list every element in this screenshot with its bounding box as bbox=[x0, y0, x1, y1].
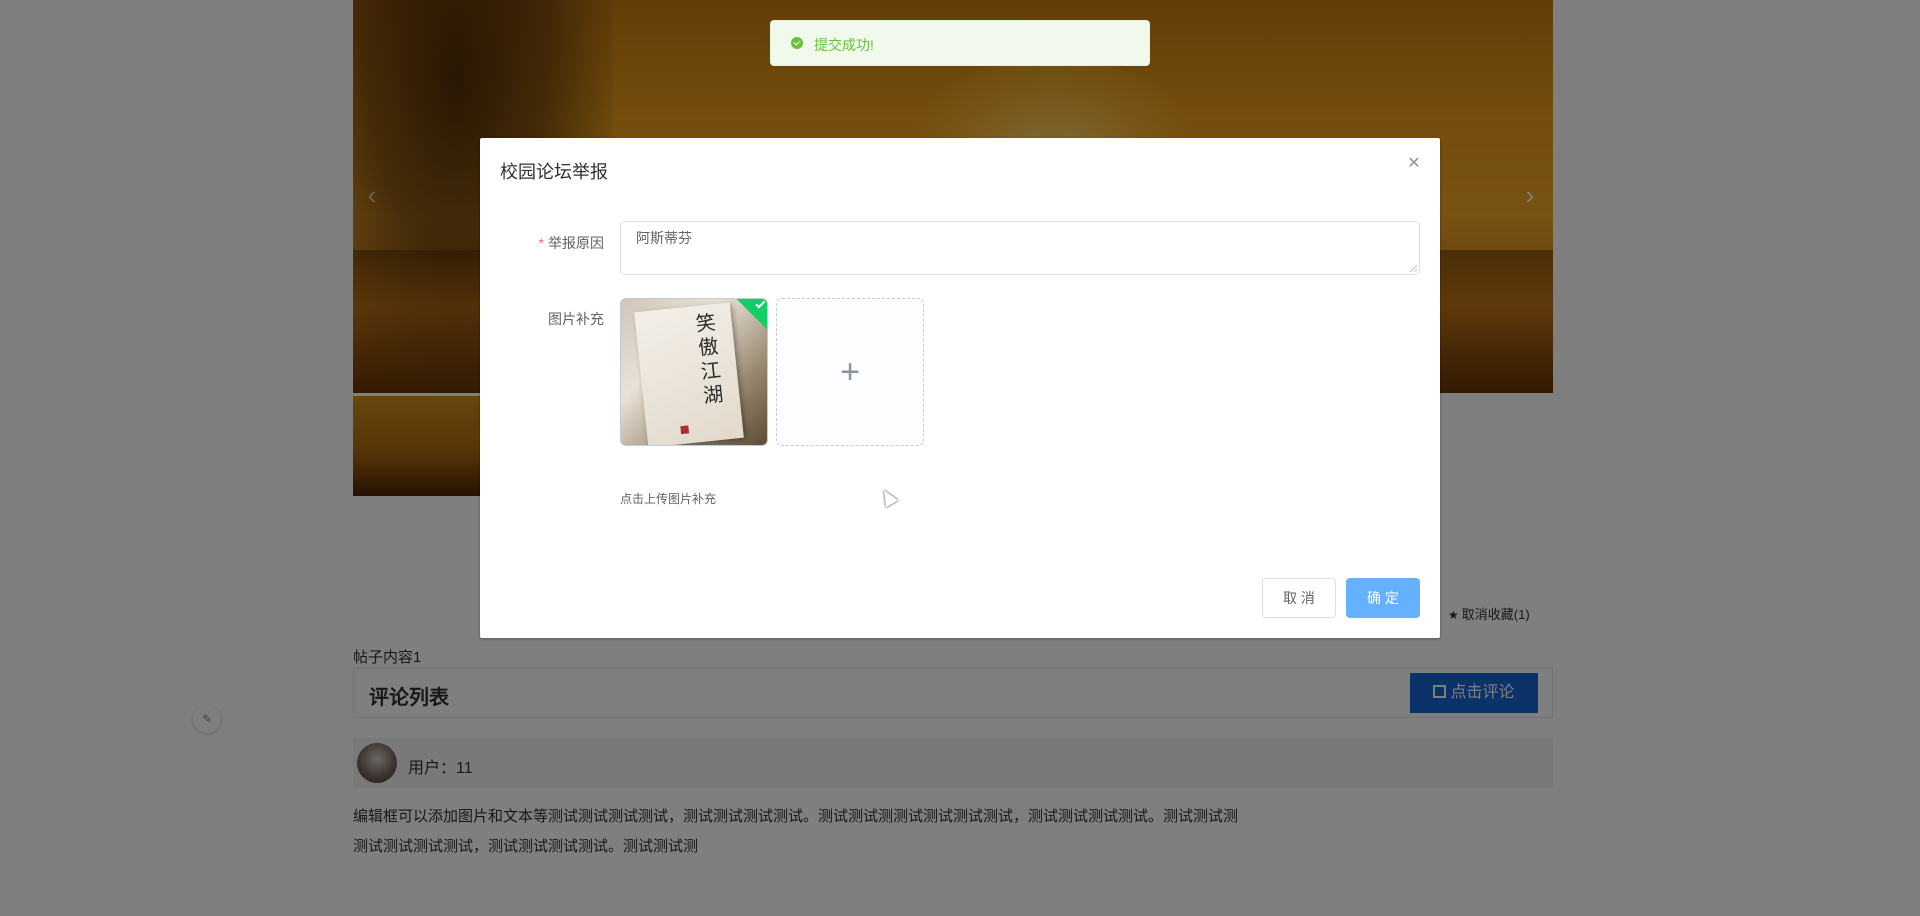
plus-icon: + bbox=[840, 353, 860, 391]
report-dialog: 校园论坛举报 ✕ * 举报原因 阿斯蒂芬 图片补充 笑傲江湖 + 点击上传图片补充… bbox=[480, 138, 1440, 638]
check-icon bbox=[755, 299, 766, 309]
success-toast: 提交成功! bbox=[770, 20, 1150, 66]
book-cover: 笑傲江湖 bbox=[634, 302, 744, 445]
upload-add-button[interactable]: + bbox=[776, 298, 924, 446]
reason-textarea[interactable]: 阿斯蒂芬 bbox=[620, 221, 1420, 275]
uploaded-image[interactable]: 笑傲江湖 bbox=[620, 298, 768, 446]
toast-message: 提交成功! bbox=[814, 37, 874, 53]
success-check-icon bbox=[791, 37, 803, 49]
close-icon[interactable]: ✕ bbox=[1406, 156, 1422, 172]
required-mark: * bbox=[538, 235, 544, 251]
reason-label: * 举报原因 bbox=[474, 233, 604, 253]
cancel-button[interactable]: 取 消 bbox=[1262, 578, 1336, 618]
reason-value: 阿斯蒂芬 bbox=[636, 230, 692, 246]
dialog-title: 校园论坛举报 bbox=[500, 162, 608, 182]
book-title: 笑傲江湖 bbox=[694, 309, 725, 408]
upload-tip: 点击上传图片补充 bbox=[620, 492, 717, 506]
reason-label-text: 举报原因 bbox=[548, 235, 604, 251]
confirm-button[interactable]: 确 定 bbox=[1346, 578, 1420, 618]
resize-handle-icon[interactable] bbox=[1410, 265, 1417, 272]
book-seal bbox=[680, 425, 690, 435]
images-label: 图片补充 bbox=[548, 311, 604, 327]
upload-success-badge bbox=[735, 299, 767, 331]
